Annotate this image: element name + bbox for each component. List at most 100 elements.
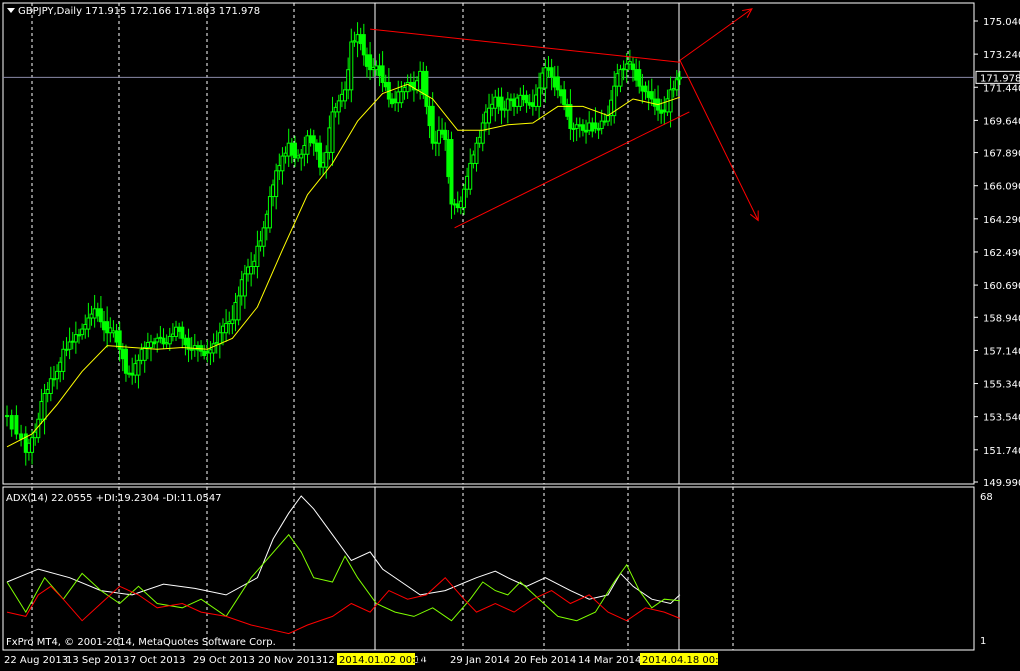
candle-body (327, 127, 332, 153)
candle-body (9, 415, 14, 430)
candle-body (267, 196, 272, 229)
x-tick-label: 12 (322, 655, 335, 666)
candle-body (436, 129, 441, 144)
candle-body (95, 308, 100, 317)
candle-body (167, 335, 172, 345)
candle-body (123, 348, 128, 374)
candle-body (505, 98, 510, 111)
candle-body (292, 142, 297, 159)
candle-body (599, 120, 604, 129)
candle-body (602, 120, 607, 123)
candle-body (399, 91, 404, 104)
x-tick-label: 29 Jan 2014 (450, 655, 510, 666)
candle-body (170, 333, 175, 337)
candle-body (299, 153, 304, 159)
candle-body (311, 135, 316, 144)
candle-body (637, 69, 642, 87)
candle-body (120, 348, 125, 360)
candle-body (189, 348, 194, 351)
candle-body (433, 141, 438, 144)
y-tick-label: 160.690 (983, 281, 1020, 292)
candle-body (671, 88, 676, 91)
candle-body (649, 91, 654, 100)
x-tick-label: 20 Nov 2013 (258, 655, 322, 666)
candle-body (396, 91, 401, 104)
candle-body (76, 334, 81, 337)
candle-body (540, 72, 545, 89)
candle-body (458, 200, 463, 209)
candle-body (424, 70, 429, 107)
candle-body (631, 63, 635, 71)
candle-body (393, 98, 398, 104)
candle-body (114, 330, 119, 343)
candle-body (624, 63, 629, 71)
candle-body (305, 135, 310, 155)
adx-y-tick-label: 1 (980, 636, 986, 647)
candle-body (86, 317, 91, 330)
candle-body (571, 127, 576, 130)
adx-y-tick-label: 68 (980, 492, 993, 503)
candle-body (336, 100, 341, 113)
candle-body (48, 378, 53, 394)
candle-body (461, 188, 466, 209)
candle-body (233, 301, 238, 321)
candle-body (19, 433, 24, 440)
candle-body (402, 86, 407, 93)
candle-body (111, 330, 116, 334)
candle-body (321, 162, 326, 168)
candle-body (227, 321, 232, 325)
candle-body (374, 65, 379, 71)
candle-body (493, 96, 498, 109)
candle-body (258, 240, 263, 247)
candle-body (524, 94, 529, 104)
candle-body (593, 122, 598, 129)
y-tick-label: 153.540 (983, 413, 1020, 424)
y-tick-label: 167.890 (983, 149, 1020, 160)
candle-body (39, 401, 44, 420)
candle-body (33, 431, 38, 439)
candle-body (220, 325, 225, 334)
candle-body (155, 337, 160, 343)
candle-body (70, 340, 75, 343)
y-tick-label: 175.040 (983, 17, 1020, 28)
candle-body (562, 89, 567, 106)
candle-body (643, 85, 648, 93)
chart-window[interactable]: 175.040 173.240 171.440 169.640 167.890 166.0… (0, 0, 1020, 667)
chart-svg[interactable]: 175.040 173.240 171.440 169.640 167.890 166.0… (0, 0, 1020, 667)
candle-body (286, 142, 291, 157)
candle-body (252, 260, 257, 267)
candle-body (662, 109, 667, 113)
candle-body (183, 337, 188, 346)
symbol-header: GBPJPY,Daily 171.915 172.166 171.803 171… (18, 6, 260, 17)
candle-body (177, 326, 182, 332)
candle-body (659, 109, 664, 114)
candle-body (364, 54, 369, 67)
candle-body (634, 69, 639, 81)
candle-body (158, 336, 163, 339)
candle-body (236, 295, 241, 321)
current-price-label: 171.978 (980, 73, 1020, 84)
candle-body (383, 81, 388, 88)
candle-body (555, 76, 560, 91)
candle-body (380, 65, 385, 83)
candle-body (430, 105, 435, 144)
x-tick-label: 20 Feb 2014 (514, 655, 576, 666)
x-tick-label: 13 Sep 2013 (66, 655, 129, 666)
candle-body (242, 273, 247, 297)
candle-body (530, 102, 535, 107)
candle-body (559, 89, 564, 97)
candle-body (618, 69, 623, 87)
candle-body (67, 341, 72, 350)
candle-body (211, 343, 216, 354)
candle-body (605, 115, 610, 122)
indicator-header: ADX(14) 22.0555 +DI:19.2304 -DI:11.0547 (6, 493, 222, 504)
candle-body (42, 392, 47, 420)
candle-body (674, 78, 679, 91)
candle-body (139, 349, 144, 361)
candle-body (246, 266, 251, 275)
candle-body (102, 321, 107, 331)
highlighted-date-label: 2014.01.02 00:00 (339, 655, 428, 666)
candle-body (371, 66, 376, 71)
candle-body (202, 350, 207, 357)
candle-body (389, 98, 394, 105)
